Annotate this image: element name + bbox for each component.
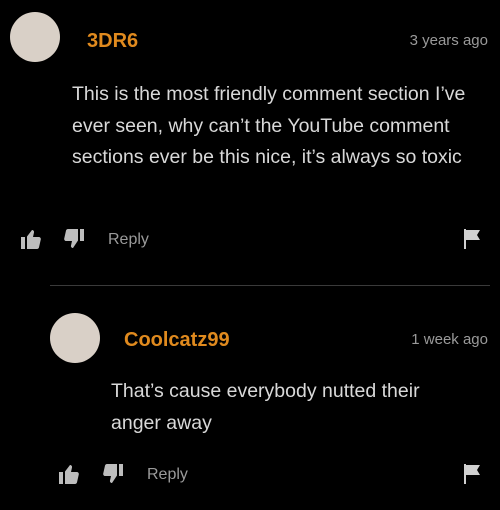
reply-username[interactable]: Coolcatz99 <box>124 329 230 352</box>
reply-text: That’s cause everybody nutted their ange… <box>111 380 420 434</box>
thumbs-up-icon[interactable] <box>57 462 81 486</box>
comment-actions: Reply <box>0 227 500 251</box>
reply-actions: Reply <box>0 462 500 486</box>
reply-button[interactable]: Reply <box>108 231 149 249</box>
thumbs-down-icon[interactable] <box>101 462 125 486</box>
comment-username[interactable]: 3DR6 <box>87 30 138 53</box>
reply-item: Coolcatz99 1 week ago That’s cause every… <box>0 300 500 510</box>
reply-button[interactable]: Reply <box>147 466 188 484</box>
comment-item: 3DR6 3 years ago This is the most friend… <box>0 0 500 270</box>
flag-icon[interactable] <box>460 462 484 486</box>
reply-timestamp: 1 week ago <box>411 331 488 348</box>
thumbs-down-icon[interactable] <box>62 227 86 251</box>
flag-icon[interactable] <box>460 227 484 251</box>
comment-text: This is the most friendly comment sectio… <box>72 83 466 168</box>
avatar[interactable] <box>10 12 60 62</box>
thumbs-up-icon[interactable] <box>19 227 43 251</box>
reply-divider <box>50 285 490 286</box>
avatar[interactable] <box>50 313 100 363</box>
comment-timestamp: 3 years ago <box>409 32 488 49</box>
